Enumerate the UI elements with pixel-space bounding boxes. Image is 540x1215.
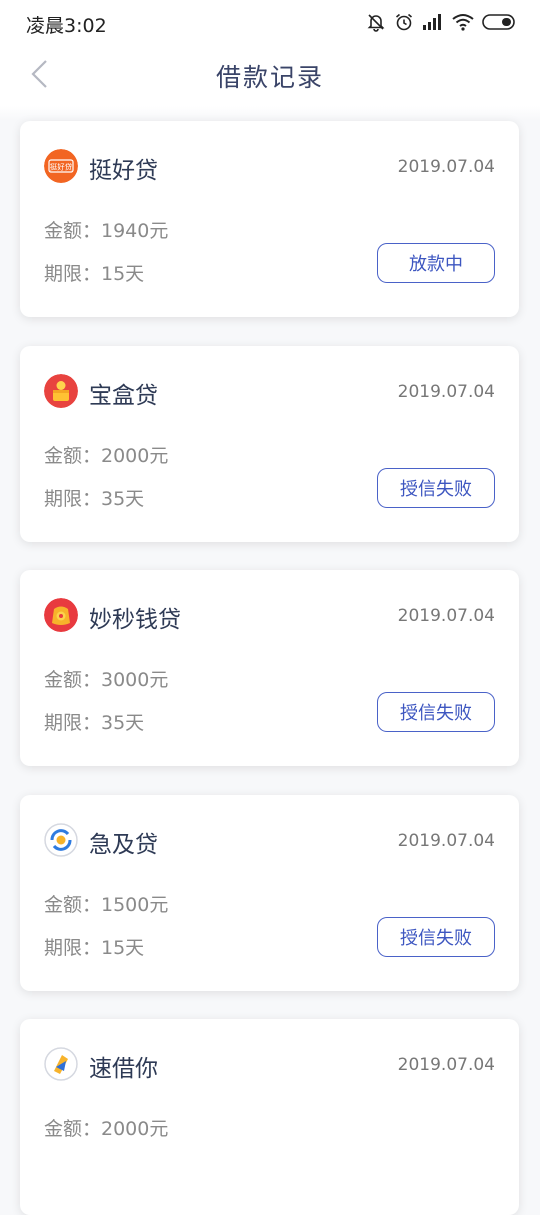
term-label: 期限：15天 xyxy=(44,263,145,285)
amount-label: 金额：2000元 xyxy=(44,1118,169,1140)
miaomiaoqiandai-logo-icon xyxy=(44,598,78,632)
amount-label: 金额：3000元 xyxy=(44,669,169,691)
lender-name: 速借你 xyxy=(89,1056,158,1082)
jijidai-logo-icon xyxy=(44,823,78,857)
record-date: 2019.07.04 xyxy=(397,831,495,851)
battery-icon xyxy=(482,14,515,30)
tinghaodai-logo-icon: 挺好贷 xyxy=(44,149,78,183)
status-button[interactable]: 授信失败 xyxy=(377,917,495,957)
lender-name: 妙秒钱贷 xyxy=(89,607,181,633)
sujieni-logo-icon xyxy=(44,1047,78,1081)
svg-text:挺好贷: 挺好贷 xyxy=(50,162,73,172)
loan-record-card[interactable]: 宝盒贷 2019.07.04 金额：2000元 期限：35天 授信失败 xyxy=(20,346,519,542)
term-label: 期限：15天 xyxy=(44,937,145,959)
status-icons xyxy=(366,10,516,34)
loan-record-card[interactable]: 急及贷 2019.07.04 金额：1500元 期限：15天 授信失败 xyxy=(20,795,519,991)
status-bar: 凌晨3:02 xyxy=(0,0,540,44)
record-date: 2019.07.04 xyxy=(397,606,495,626)
amount-label: 金额：2000元 xyxy=(44,445,169,467)
lender-name: 宝盒贷 xyxy=(89,383,158,409)
baohedai-logo-icon xyxy=(44,374,78,408)
record-date: 2019.07.04 xyxy=(397,1055,495,1075)
wifi-icon xyxy=(452,14,474,31)
status-button[interactable]: 放款中 xyxy=(377,243,495,283)
term-label: 期限：35天 xyxy=(44,712,145,734)
page-title: 借款记录 xyxy=(215,63,324,92)
lender-name: 挺好贷 xyxy=(89,158,158,184)
loan-record-card[interactable]: 妙秒钱贷 2019.07.04 金额：3000元 期限：35天 授信失败 xyxy=(20,570,519,766)
nav-bar: 借款记录 xyxy=(0,44,540,106)
lender-name: 急及贷 xyxy=(89,832,158,858)
amount-label: 金额：1940元 xyxy=(44,220,169,242)
term-label: 期限：35天 xyxy=(44,488,145,510)
loan-record-card[interactable]: 速借你 2019.07.04 金额：2000元 xyxy=(20,1019,519,1215)
signal-icon xyxy=(423,14,441,30)
status-time: 凌晨3:02 xyxy=(26,15,107,37)
mute-bell-icon xyxy=(367,14,385,32)
status-button[interactable]: 授信失败 xyxy=(377,468,495,508)
record-date: 2019.07.04 xyxy=(397,157,495,177)
status-button[interactable]: 授信失败 xyxy=(377,692,495,732)
loan-record-card[interactable]: 挺好贷 挺好贷 2019.07.04 金额：1940元 期限：15天 放款中 xyxy=(20,121,519,317)
nav-divider xyxy=(0,106,540,120)
record-date: 2019.07.04 xyxy=(397,382,495,402)
alarm-clock-icon xyxy=(395,13,413,31)
amount-label: 金额：1500元 xyxy=(44,894,169,916)
